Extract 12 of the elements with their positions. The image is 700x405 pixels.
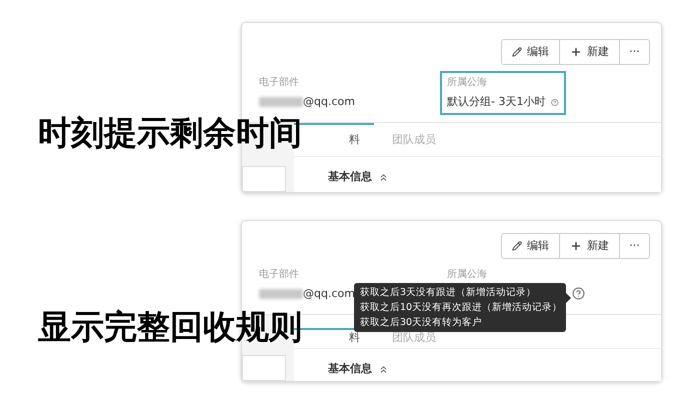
tooltip-line: 获取之后30天没有转为客户 [360, 316, 482, 330]
field-label: 电子部件 [259, 77, 299, 89]
section-title: 基本信息 [328, 169, 372, 185]
email-value: @qq.com [303, 287, 355, 301]
tooltip-line: 获取之后10天没有再次跟进（新增活动记录） [360, 301, 562, 315]
email-value: @qq.com [303, 95, 355, 109]
pool-value: 默认分组- 3天1小时 [447, 95, 546, 109]
field-label: 所属公海 [447, 77, 488, 89]
field-label: 电子部件 [259, 269, 299, 281]
section-title: 基本信息 [328, 361, 372, 377]
tooltip-line: 获取之后3天没有跟进（新增活动记录） [360, 286, 536, 300]
field-label: 所属公海 [447, 269, 488, 281]
